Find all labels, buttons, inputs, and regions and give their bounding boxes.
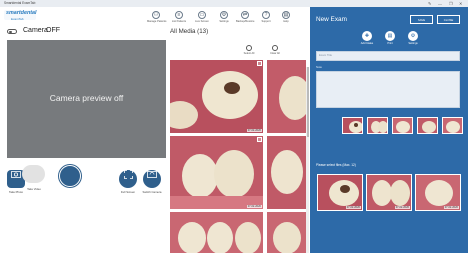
camera-state: OFF: [46, 27, 60, 34]
select-checkbox[interactable]: [257, 61, 262, 66]
camera-toggle[interactable]: [7, 29, 17, 34]
scrollbar-thumb[interactable]: [306, 67, 309, 137]
sync-icon: ⇄: [241, 11, 249, 19]
print-icon: ▤: [385, 31, 395, 41]
tooth-photo: [170, 212, 263, 253]
selected-thumb[interactable]: [342, 117, 363, 134]
switch-camera-button[interactable]: Switch Camera: [142, 165, 162, 194]
help-button[interactable]: ▤ Help: [277, 11, 295, 27]
window-title: Smartdental ExamTab: [4, 1, 36, 5]
media-title: All Media (13): [170, 28, 209, 35]
app-logo: smartdental ExamTab: [4, 10, 37, 24]
select-all-icon: [246, 45, 252, 51]
full-screen-button[interactable]: Full Screen: [118, 165, 138, 194]
selected-thumb[interactable]: [442, 117, 463, 134]
list-icon: ≡: [175, 11, 183, 19]
tooth-photo: [267, 60, 306, 133]
clear-all-icon: [272, 45, 278, 51]
media-thumb[interactable]: [267, 60, 306, 133]
settings-button[interactable]: ⚙ Settings: [215, 11, 233, 27]
fullscreen-icon: [119, 170, 137, 188]
selected-thumb[interactable]: [367, 117, 388, 134]
file-date: 07-02-2020: [443, 206, 459, 209]
tooth-photo: [170, 136, 263, 209]
take-video-label-wrap: Take Video: [24, 185, 44, 191]
note-field[interactable]: [316, 71, 460, 108]
file-date: 07-02-2020: [345, 206, 361, 209]
add-intake-button[interactable]: ✚ Add Intake: [359, 31, 375, 45]
select-files-label: Please select files (Max. 12): [316, 163, 356, 167]
selected-thumb[interactable]: [417, 117, 438, 134]
file-thumb[interactable]: 07-02-2020: [366, 174, 412, 211]
maximize-button[interactable]: ❐: [449, 0, 453, 7]
intake-icon: ✚: [362, 31, 372, 41]
take-video-toggle[interactable]: [22, 165, 45, 183]
title-bar: Smartdental ExamTab ✎ — ❐ ✕: [0, 0, 468, 7]
media-thumb[interactable]: [170, 212, 263, 253]
switch-camera-icon: [143, 170, 161, 188]
print-button[interactable]: ▤ Print: [382, 31, 398, 45]
close-label: CLOSE: [443, 18, 454, 22]
main-pane: smartdental ExamTab ⚇ Manage Patients ≡ …: [0, 7, 310, 253]
close-window-button[interactable]: ✕: [459, 0, 462, 7]
logo-subtext: ExamTab: [11, 17, 24, 21]
exam-title-field[interactable]: Exam Title: [316, 51, 460, 61]
new-exam-panel: New Exam SAVE CLOSE ✚ Add Intake ▤ Print…: [310, 7, 468, 253]
camera-preview: Camera preview off: [7, 40, 166, 158]
thumb-date: 07-02-2020: [246, 129, 262, 132]
backup-restore-button[interactable]: ⇄ Backup/Restore: [236, 11, 254, 27]
file-date: 07-02-2020: [394, 206, 410, 209]
support-button[interactable]: ? Support: [257, 11, 275, 27]
app-window: Smartdental ExamTab ✎ — ❐ ✕ smartdental …: [0, 0, 468, 253]
selected-thumb[interactable]: [392, 117, 413, 134]
take-video-label: Take Video: [27, 186, 41, 191]
user-group-icon: ⚇: [152, 11, 160, 19]
select-all-button[interactable]: Select All: [241, 45, 257, 55]
gallery-scrollbar[interactable]: [306, 67, 309, 253]
preview-message: Camera preview off: [49, 93, 124, 103]
save-button[interactable]: SAVE: [410, 15, 433, 24]
note-label: Note: [316, 65, 322, 69]
panel-title: New Exam: [316, 16, 347, 23]
live-screen-button[interactable]: ▭ Live Screen: [193, 11, 211, 27]
gear-icon: ⚙: [220, 11, 228, 19]
thumb-date: 07-02-2020: [246, 205, 262, 208]
clear-all-button[interactable]: Clear All: [267, 45, 283, 55]
tooth-photo: [267, 212, 306, 253]
shutter-button[interactable]: [59, 165, 81, 187]
exam-settings-button[interactable]: ⚙ Settings: [405, 31, 421, 45]
manage-patients-button[interactable]: ⚇ Manage Patients: [147, 11, 166, 27]
book-icon: ▤: [282, 11, 290, 19]
help-icon: ?: [262, 11, 270, 19]
file-thumb[interactable]: 07-02-2020: [317, 174, 363, 211]
media-thumb[interactable]: 07-02-2020: [170, 60, 263, 133]
tooth-photo: [170, 60, 263, 133]
file-thumb[interactable]: 07-02-2020: [415, 174, 461, 211]
media-thumb[interactable]: 07-02-2020: [170, 136, 263, 209]
gear-icon: ⚙: [408, 31, 418, 41]
exam-title-placeholder: Exam Title: [319, 53, 333, 57]
select-checkbox[interactable]: [257, 137, 262, 142]
media-thumb[interactable]: [267, 136, 306, 209]
close-button[interactable]: CLOSE: [437, 15, 460, 24]
tooth-photo: [267, 136, 306, 209]
media-thumb[interactable]: [267, 212, 306, 253]
camera-label: Camera: [23, 27, 48, 34]
monitor-icon: ▭: [198, 11, 206, 19]
pen-icon[interactable]: ✎: [428, 0, 431, 7]
minimize-button[interactable]: —: [438, 0, 442, 7]
save-label: SAVE: [417, 18, 426, 22]
logo-text: smartdental: [6, 10, 37, 16]
list-patients-button[interactable]: ≡ List Patients: [170, 11, 188, 27]
